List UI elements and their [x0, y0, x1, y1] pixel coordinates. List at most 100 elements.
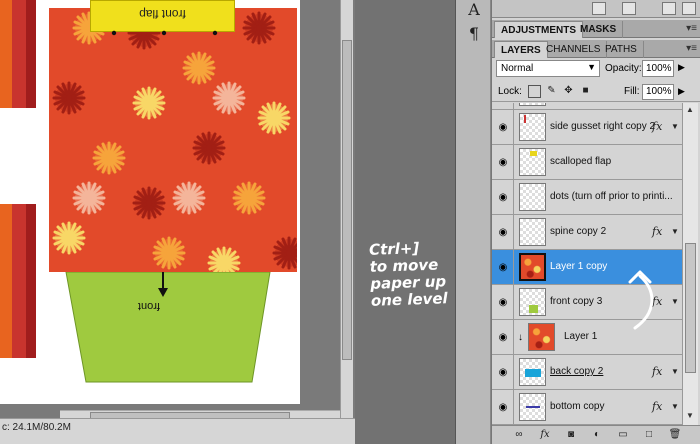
layer-name[interactable]: bottom copy — [550, 401, 604, 412]
scroll-up-icon[interactable]: ▲ — [686, 105, 694, 114]
new-layer-icon[interactable]: □ — [642, 429, 656, 442]
tab-masks[interactable]: MASKS — [574, 21, 624, 38]
blend-row: Normal ▼ Opacity: 100% ▶ — [492, 58, 700, 80]
fx-icon[interactable]: fx — [652, 120, 662, 133]
tab-anchor-points — [111, 30, 218, 36]
layer-thumbnail — [519, 393, 546, 421]
fill-input[interactable]: 100% — [642, 84, 674, 100]
panel-menu-icon[interactable]: ▾≡ — [686, 43, 697, 54]
document-canvas-area[interactable]: front flap front c: 24.1M/80.2M — [0, 0, 355, 444]
canvas-vertical-scrollbar[interactable] — [340, 0, 353, 420]
eye-icon[interactable]: ◉ — [497, 332, 509, 343]
expand-arrow-icon[interactable]: ▼ — [671, 402, 679, 411]
move-icon[interactable]: ✥ — [562, 85, 575, 98]
layer-row[interactable]: ◉ bottom copy fx ▼ — [492, 390, 682, 425]
layer-name[interactable]: front copy 3 — [550, 296, 602, 307]
new-style-icon[interactable] — [662, 2, 676, 15]
eye-icon[interactable]: ◉ — [497, 122, 509, 133]
expand-arrow-icon[interactable]: ▼ — [671, 227, 679, 236]
lock-row: Lock: ✎ ✥ ■ Fill: 100% ▶ — [492, 82, 700, 102]
document-page[interactable]: front flap front — [0, 0, 300, 404]
layer-name[interactable]: dots (turn off prior to printi... — [550, 191, 673, 202]
front-label: front — [138, 300, 161, 312]
layers-panel: ADJUSTMENTS MASKS ▾≡ LAYERS CHANNELS PAT… — [491, 0, 700, 444]
eye-icon[interactable]: ◉ — [497, 192, 509, 203]
expand-arrow-icon[interactable]: ▼ — [671, 122, 679, 131]
layer-thumbnail — [519, 113, 546, 141]
layer-row-partial[interactable]: ◉ — [492, 103, 682, 110]
layer-thumbnail — [519, 183, 546, 211]
eye-icon[interactable]: ◉ — [497, 262, 509, 273]
blend-mode-select[interactable]: Normal ▼ — [496, 60, 600, 77]
status-bar: c: 24.1M/80.2M — [0, 418, 355, 444]
fill-label: Fill: — [624, 86, 640, 97]
down-arrow-icon — [158, 272, 168, 297]
front-flap-tab: front flap — [90, 0, 235, 32]
opacity-input[interactable]: 100% — [642, 60, 674, 77]
flower-pattern — [49, 8, 297, 272]
layer-thumbnail — [519, 218, 546, 246]
styles-strip — [492, 0, 700, 18]
layer-row[interactable]: ◉ back copy 2 fx ▼ — [492, 355, 682, 390]
trash-icon[interactable] — [682, 2, 696, 15]
layer-thumbnail — [528, 323, 555, 351]
layer-thumbnail — [519, 148, 546, 176]
panel-menu-icon[interactable]: ▾≡ — [686, 23, 697, 34]
paragraph-icon[interactable]: ¶ — [464, 24, 484, 44]
chevron-down-icon: ▼ — [587, 62, 596, 72]
fill-slider-arrow-icon[interactable]: ▶ — [678, 86, 685, 97]
adjustment-layer-icon[interactable]: ◐ — [590, 429, 604, 442]
layer-row[interactable]: ◉ scalloped flap — [492, 145, 682, 180]
mask-icon[interactable]: ◙ — [564, 429, 578, 442]
front-flap-label: front flap — [139, 7, 186, 21]
layer-name[interactable]: Layer 1 copy — [550, 261, 607, 272]
eye-icon[interactable]: ◉ — [497, 157, 509, 168]
style-swatch[interactable] — [592, 2, 606, 15]
eye-icon[interactable]: ◉ — [497, 367, 509, 378]
group-folder-icon[interactable]: ▭ — [616, 429, 630, 442]
layer-row[interactable]: ◉ spine copy 2 fx ▼ — [492, 215, 682, 250]
panel-tool-strip: A ¶ — [455, 0, 491, 444]
brush-icon[interactable]: ✎ — [545, 85, 558, 98]
lock-icon[interactable]: ■ — [579, 85, 592, 98]
trash-icon[interactable]: 🗑 — [668, 429, 682, 442]
opacity-label: Opacity: — [605, 63, 642, 74]
expand-arrow-icon[interactable]: ▼ — [671, 367, 679, 376]
layer-name[interactable]: spine copy 2 — [550, 226, 606, 237]
eye-icon[interactable]: ◉ — [497, 402, 509, 413]
tab-adjustments[interactable]: ADJUSTMENTS — [494, 21, 584, 38]
fx-icon[interactable]: fx — [538, 429, 552, 442]
eye-icon[interactable]: ◉ — [497, 297, 509, 308]
tab-paths[interactable]: PATHS — [599, 41, 644, 58]
eye-icon[interactable]: ◉ — [497, 227, 509, 238]
expand-arrow-icon[interactable]: ▼ — [671, 297, 679, 306]
adjustments-tabbar: ADJUSTMENTS MASKS ▾≡ — [492, 20, 700, 38]
layer-row[interactable]: ◉ dots (turn off prior to printi... — [492, 180, 682, 215]
layer-name[interactable]: Layer 1 — [564, 331, 597, 342]
character-icon[interactable]: A — [464, 0, 484, 20]
layer-thumbnail — [519, 288, 546, 316]
clipping-arrow-icon: ↓ — [518, 332, 523, 343]
layer-thumbnail — [519, 103, 546, 106]
layer-thumbnail — [519, 358, 546, 386]
fx-icon[interactable]: fx — [652, 365, 662, 378]
opacity-slider-arrow-icon[interactable]: ▶ — [678, 62, 685, 73]
layer-name[interactable]: scalloped flap — [550, 156, 611, 167]
fx-icon[interactable]: fx — [652, 400, 662, 413]
layers-scrollbar[interactable]: ▲ ▼ — [682, 103, 698, 425]
layer-thumbnail — [519, 253, 546, 281]
fx-icon[interactable]: fx — [652, 225, 662, 238]
scroll-thumb[interactable] — [685, 243, 696, 373]
layer-row[interactable]: ◉ side gusset right copy 2 fx ▼ — [492, 110, 682, 145]
tab-channels[interactable]: CHANNELS — [540, 41, 608, 58]
link-icon[interactable]: ∞ — [512, 429, 526, 442]
lock-transparent-icon[interactable] — [528, 85, 541, 98]
layers-panel-footer: ∞ fx ◙ ◐ ▭ □ 🗑 — [492, 425, 700, 444]
style-swatch[interactable] — [622, 2, 636, 15]
layer-name[interactable]: side gusset right copy 2 — [550, 121, 655, 132]
patterned-paper-layer — [49, 8, 297, 272]
lock-label: Lock: — [498, 86, 522, 97]
scroll-down-icon[interactable]: ▼ — [686, 411, 694, 420]
layer-name[interactable]: back copy 2 — [550, 366, 603, 377]
curved-arrow-annotation — [628, 270, 654, 330]
